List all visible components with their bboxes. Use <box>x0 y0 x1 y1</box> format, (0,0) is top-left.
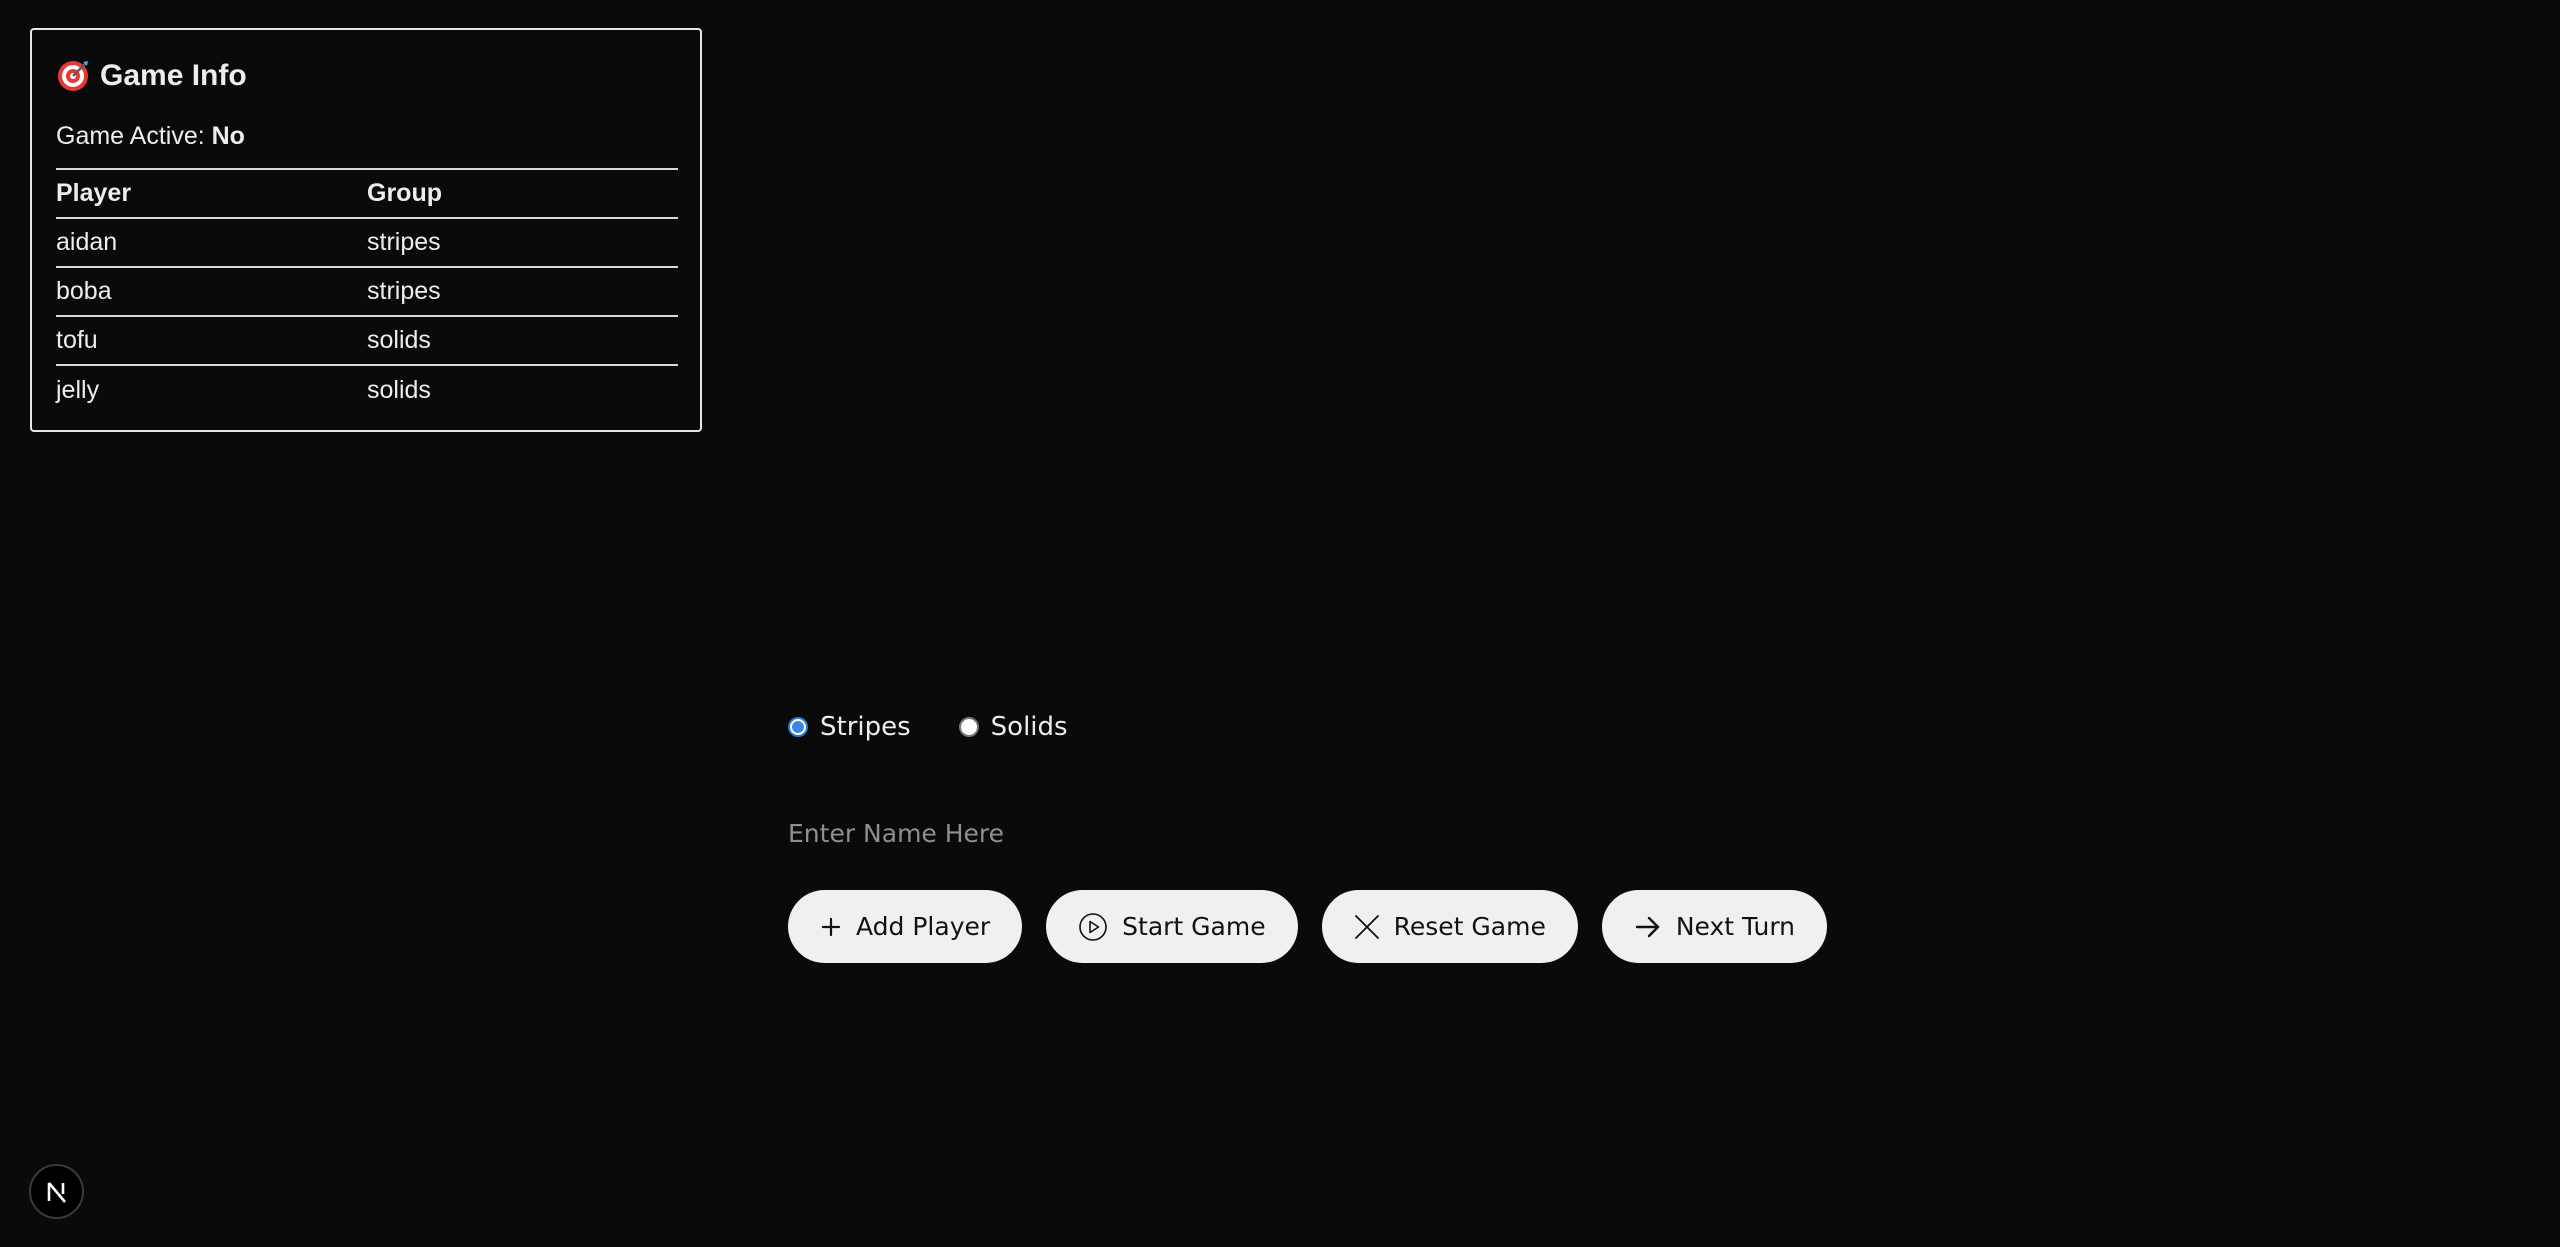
game-active-value: No <box>211 122 245 150</box>
table-header-row: Player Group <box>56 168 678 218</box>
start-game-button[interactable]: Start Game <box>1046 890 1298 963</box>
plus-icon <box>821 917 841 936</box>
next-turn-label: Next Turn <box>1675 912 1796 941</box>
play-circle-icon <box>1079 912 1107 941</box>
player-group-cell: solids <box>367 364 678 414</box>
group-radio-group: Stripes Solids <box>788 706 1827 748</box>
nextjs-logo-icon <box>47 1181 66 1203</box>
close-icon <box>1354 914 1379 939</box>
player-group-cell: stripes <box>367 266 678 316</box>
game-active-status: Game Active: No <box>56 122 676 154</box>
add-player-label: Add Player <box>856 912 991 941</box>
arrow-right-icon <box>1635 916 1660 937</box>
action-buttons: Add Player Start Game Reset Game Next Tu… <box>788 890 1828 963</box>
start-game-label: Start Game <box>1122 912 1266 941</box>
player-name-input[interactable] <box>788 812 1208 854</box>
radio-option-stripes[interactable]: Stripes <box>788 712 911 742</box>
target-icon <box>58 61 88 91</box>
game-info-panel: Game Info Game Active: No Player Group a… <box>30 28 702 432</box>
radio-label-solids: Solids <box>990 712 1068 742</box>
table-row: boba stripes <box>56 266 678 316</box>
table-row: jelly solids <box>56 364 678 414</box>
game-info-title-text: Game Info <box>100 59 247 92</box>
game-active-label: Game Active: <box>56 122 205 150</box>
reset-game-button[interactable]: Reset Game <box>1321 890 1578 963</box>
players-table: Player Group aidan stripes boba stripes … <box>56 168 678 414</box>
game-info-title: Game Info <box>56 58 676 94</box>
next-turn-button[interactable]: Next Turn <box>1601 890 1828 963</box>
column-header-player: Player <box>56 168 367 218</box>
column-header-group: Group <box>367 168 678 218</box>
radio-label-stripes: Stripes <box>820 712 911 742</box>
player-name-cell: jelly <box>56 364 367 414</box>
table-row: tofu solids <box>56 315 678 365</box>
player-name-cell: tofu <box>56 315 367 365</box>
radio-solids[interactable] <box>958 717 979 737</box>
game-controls: Stripes Solids Add Player Start Game <box>788 706 1828 963</box>
radio-stripes[interactable] <box>788 717 808 737</box>
nextjs-badge[interactable] <box>29 1164 84 1219</box>
player-group-cell: stripes <box>367 217 678 267</box>
reset-game-label: Reset Game <box>1393 912 1546 941</box>
radio-option-solids[interactable]: Solids <box>958 712 1068 742</box>
player-name-cell: boba <box>56 266 367 316</box>
add-player-button[interactable]: Add Player <box>788 890 1023 963</box>
player-group-cell: solids <box>367 315 678 365</box>
player-name-cell: aidan <box>56 217 367 267</box>
table-row: aidan stripes <box>56 217 678 267</box>
